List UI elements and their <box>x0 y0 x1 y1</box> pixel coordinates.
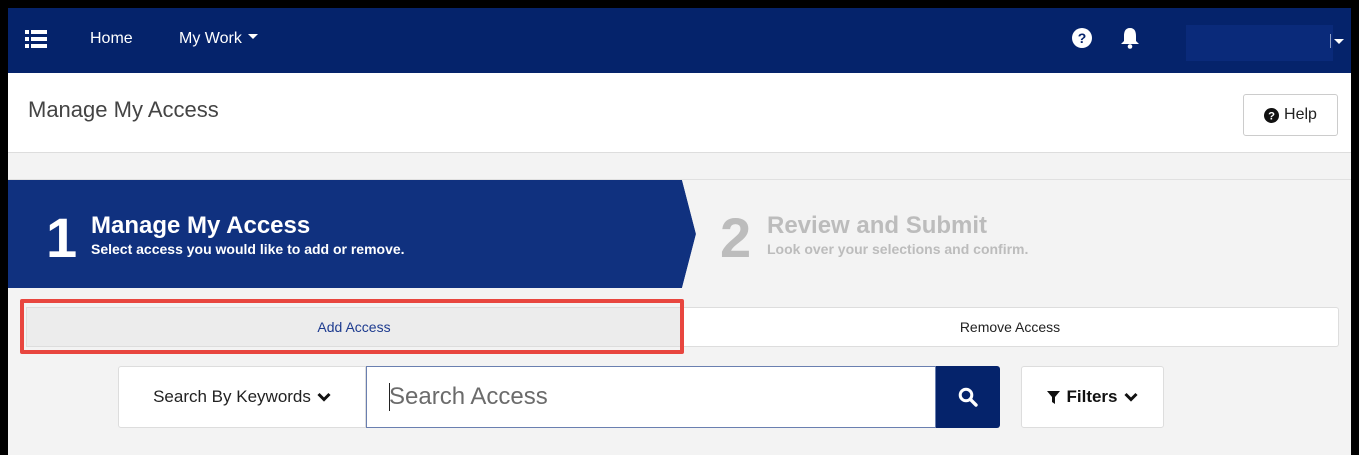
question-circle-icon[interactable]: ? <box>1072 28 1092 48</box>
help-button-label: Help <box>1284 106 1317 123</box>
user-menu-divider <box>1330 34 1331 48</box>
tab-remove-access[interactable]: Remove Access <box>682 307 1339 347</box>
filters-button[interactable]: Filters <box>1021 366 1164 428</box>
question-circle-icon: ? <box>1264 107 1280 123</box>
caret-down-icon <box>247 34 258 40</box>
nav-my-work-label: My Work <box>179 30 242 47</box>
list-menu-icon[interactable] <box>25 30 47 48</box>
nav-home-link[interactable]: Home <box>90 30 133 48</box>
magnifier-icon <box>958 387 978 407</box>
step-2-subtitle: Look over your selections and confirm. <box>767 241 1029 257</box>
user-account-menu[interactable] <box>1186 25 1333 61</box>
page-title: Manage My Access <box>28 97 219 122</box>
svg-text:?: ? <box>1268 110 1275 122</box>
help-button[interactable]: ? Help <box>1243 94 1338 136</box>
step-1-title: Manage My Access <box>91 212 311 239</box>
app-frame: Home My Work ? Manage My Access ? Help 1… <box>8 8 1351 455</box>
search-mode-label: Search By Keywords <box>153 387 311 406</box>
search-input[interactable] <box>366 366 936 428</box>
chevron-down-icon <box>317 392 331 402</box>
filters-label: Filters <box>1066 387 1118 406</box>
caret-down-icon[interactable] <box>1334 39 1344 44</box>
access-tabs: Add Access Remove Access <box>26 307 1339 347</box>
step-2-number: 2 <box>720 206 752 269</box>
text-cursor <box>389 383 390 411</box>
svg-text:?: ? <box>1078 30 1087 46</box>
step-wizard: 1 Manage My Access Select access you wou… <box>8 179 1351 288</box>
step-1-number: 1 <box>46 206 78 269</box>
top-navbar: Home My Work ? <box>8 8 1351 73</box>
search-button[interactable] <box>936 366 1000 428</box>
page-header: Manage My Access ? Help <box>8 73 1351 153</box>
search-mode-dropdown[interactable]: Search By Keywords <box>118 366 366 428</box>
step-1-subtitle: Select access you would like to add or r… <box>91 241 405 257</box>
funnel-icon <box>1047 390 1061 404</box>
bell-icon[interactable] <box>1120 27 1140 49</box>
nav-my-work-dropdown[interactable]: My Work <box>179 30 258 48</box>
tab-add-access[interactable]: Add Access <box>26 307 682 347</box>
chevron-down-icon <box>1123 392 1138 402</box>
step-2-title: Review and Submit <box>767 212 988 239</box>
